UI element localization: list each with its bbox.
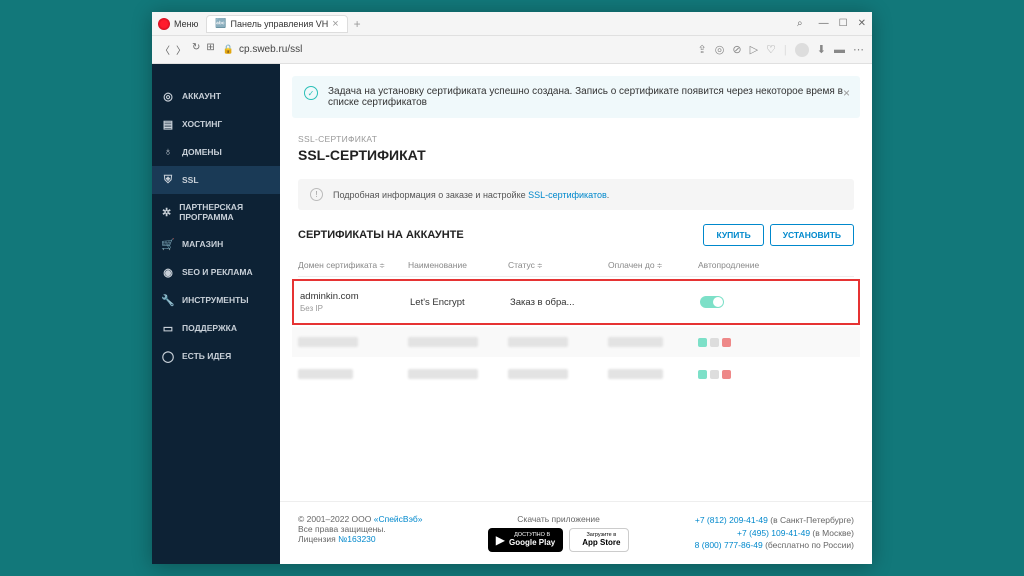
check-icon: ✓ [304, 86, 318, 100]
no-ip-label: Без IP [300, 304, 410, 313]
google-play-button[interactable]: ▶ ДОСТУПНО ВGoogle Play [488, 528, 563, 552]
search-icon[interactable]: ⌕ [797, 18, 803, 29]
star-icon: ✲ [162, 206, 171, 218]
phone-link[interactable]: +7 (495) 109-41-49 [737, 528, 810, 538]
heart-icon[interactable]: ♡ [766, 43, 776, 56]
footer-contacts: +7 (812) 209-41-49 (в Санкт-Петербурге) … [695, 514, 854, 552]
titlebar: Меню 🔤 Панель управления VH × + ⌕ — ☐ ✕ [152, 12, 872, 36]
success-alert: ✓ Задача на установку сертификата успешн… [292, 76, 860, 118]
shield-icon: ⛨ [162, 174, 174, 186]
company-link[interactable]: «СпейсВэб» [374, 514, 423, 524]
play-icon[interactable]: ▷ [750, 43, 758, 56]
addressbar: 〈 〉 ↻ ⊞ 🔒 cp.sweb.ru/ssl ⇪ ◎ ⊘ ▷ ♡ | ⬇ ▬… [152, 36, 872, 64]
more-icon[interactable]: ⋯ [853, 43, 864, 56]
sidebar: ◎АККАУНТ ▤ХОСТИНГ ♁ДОМЕНЫ ⛨SSL ✲ПАРТНЕРС… [152, 64, 280, 564]
table-row [292, 327, 860, 357]
breadcrumb: SSL-СЕРТИФИКАТ [298, 134, 854, 144]
sidebar-item-shop[interactable]: 🛒МАГАЗИН [152, 230, 280, 258]
info-link[interactable]: SSL-сертификатов [528, 190, 607, 200]
new-tab-button[interactable]: + [354, 17, 361, 31]
table-title: СЕРТИФИКАТЫ НА АККАУНТЕ [298, 229, 464, 241]
cart-icon: 🛒 [162, 238, 174, 250]
app-store-button[interactable]: Загрузите вApp Store [569, 528, 629, 552]
buy-button[interactable]: КУПИТЬ [703, 224, 763, 246]
sidebar-item-idea[interactable]: ◯ЕСТЬ ИДЕЯ [152, 342, 280, 370]
camera-icon[interactable]: ◎ [715, 43, 725, 56]
col-domain[interactable]: Домен сертификата≑ [298, 260, 408, 270]
minimize-icon[interactable]: — [819, 18, 829, 29]
page-title: SSL-СЕРТИФИКАТ [298, 147, 854, 163]
block-icon[interactable]: ⊘ [732, 43, 741, 56]
user-icon: ◎ [162, 90, 174, 102]
globe-icon: ♁ [162, 146, 174, 158]
certificates-table: Домен сертификата≑ Наименование Статус≑ … [280, 254, 872, 391]
domain-name: adminkin.com [300, 291, 410, 302]
target-icon: ◉ [162, 266, 174, 278]
lock-icon: 🔒 [223, 44, 234, 55]
table-row[interactable]: adminkin.com Без IP Let's Encrypt Заказ … [292, 279, 860, 325]
footer: © 2001–2022 ООО «СпейсВэб» Все права защ… [280, 501, 872, 564]
app-content: ◎АККАУНТ ▤ХОСТИНГ ♁ДОМЕНЫ ⛨SSL ✲ПАРТНЕРС… [152, 64, 872, 564]
cert-status: Заказ в обра... [510, 297, 610, 308]
sidebar-item-account[interactable]: ◎АККАУНТ [152, 82, 280, 110]
tab-title: Панель управления VH [231, 19, 329, 29]
wrench-icon: 🔧 [162, 294, 174, 306]
menu-button[interactable]: Меню [174, 19, 198, 29]
col-auto[interactable]: Автопродление [698, 260, 788, 270]
sidebar-item-seo[interactable]: ◉SEO И РЕКЛАМА [152, 258, 280, 286]
back-button[interactable]: 〈 [160, 42, 170, 57]
sidebar-item-tools[interactable]: 🔧ИНСТРУМЕНТЫ [152, 286, 280, 314]
browser-window: Меню 🔤 Панель управления VH × + ⌕ — ☐ ✕ … [152, 12, 872, 564]
sidebar-item-domains[interactable]: ♁ДОМЕНЫ [152, 138, 280, 166]
close-tab-icon[interactable]: × [332, 18, 338, 30]
speed-dial-button[interactable]: ⊞ [206, 42, 214, 57]
download-label: Скачать приложение [488, 514, 630, 524]
server-icon: ▤ [162, 118, 174, 130]
avatar-icon[interactable] [795, 43, 809, 57]
download-icon[interactable]: ⬇ [817, 43, 826, 56]
browser-tab[interactable]: 🔤 Панель управления VH × [206, 15, 347, 33]
phone-link[interactable]: 8 (800) 777-86-49 [695, 540, 763, 550]
table-header: Домен сертификата≑ Наименование Статус≑ … [298, 254, 854, 277]
info-icon: ! [310, 188, 323, 201]
license-link[interactable]: №163230 [338, 534, 375, 544]
alert-close-icon[interactable]: × [843, 86, 850, 100]
cert-name: Let's Encrypt [410, 297, 510, 308]
phone-link[interactable]: +7 (812) 209-41-49 [695, 515, 768, 525]
info-box: ! Подробная информация о заказе и настро… [298, 179, 854, 210]
autorenew-toggle[interactable] [700, 296, 724, 308]
forward-button[interactable]: 〉 [176, 42, 186, 57]
col-paid[interactable]: Оплачен до≑ [608, 260, 698, 270]
sidebar-item-hosting[interactable]: ▤ХОСТИНГ [152, 110, 280, 138]
col-status[interactable]: Статус≑ [508, 260, 608, 270]
opera-logo-icon [158, 18, 170, 30]
chat-icon: ▭ [162, 322, 174, 334]
maximize-icon[interactable]: ☐ [839, 18, 848, 29]
sidebar-item-ssl[interactable]: ⛨SSL [152, 166, 280, 194]
sidebar-item-partner[interactable]: ✲ПАРТНЕРСКАЯ ПРОГРАММА [152, 194, 280, 230]
alert-text: Задача на установку сертификата успешно … [328, 86, 848, 108]
reload-button[interactable]: ↻ [192, 42, 200, 57]
main-content: ✓ Задача на установку сертификата успешн… [280, 64, 872, 564]
play-icon: ▶ [496, 533, 505, 547]
footer-legal: © 2001–2022 ООО «СпейсВэб» Все права защ… [298, 514, 423, 552]
sidebar-item-support[interactable]: ▭ПОДДЕРЖКА [152, 314, 280, 342]
col-name[interactable]: Наименование [408, 260, 508, 270]
url-text[interactable]: cp.sweb.ru/ssl [239, 44, 302, 55]
bulb-icon: ◯ [162, 350, 174, 362]
share-icon[interactable]: ⇪ [698, 43, 707, 56]
close-icon[interactable]: ✕ [858, 18, 866, 29]
battery-icon[interactable]: ▬ [834, 44, 845, 56]
table-row [292, 359, 860, 389]
install-button[interactable]: УСТАНОВИТЬ [770, 224, 854, 246]
